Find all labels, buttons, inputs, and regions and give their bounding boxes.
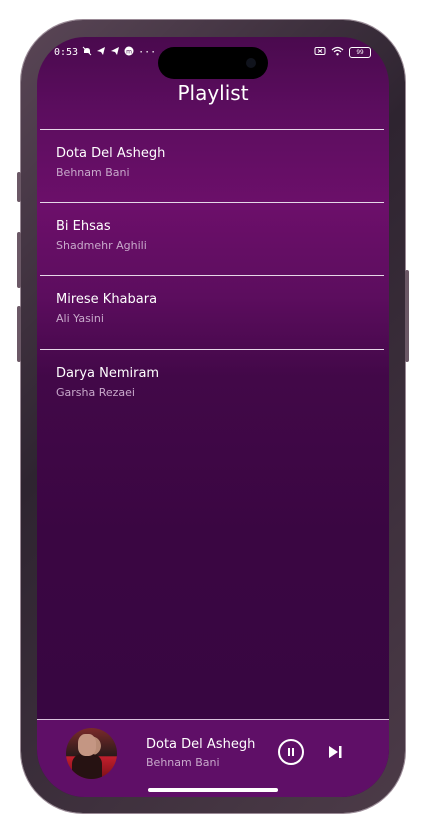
telegram-icon	[96, 46, 106, 59]
screen-record-icon	[314, 46, 326, 59]
page-title: Playlist	[177, 81, 249, 105]
power-button	[405, 270, 409, 362]
app-screen: 0:53 m ··· 99 Playlist Dota Del Ashegh B…	[37, 37, 389, 797]
song-title: Bi Ehsas	[56, 219, 111, 234]
playlist-item[interactable]: Dota Del Ashegh Behnam Bani	[40, 130, 384, 202]
status-bar-left: 0:53 m ···	[54, 46, 156, 59]
action-button	[17, 172, 21, 202]
mini-player[interactable]: Dota Del Ashegh Behnam Bani	[37, 719, 389, 797]
now-playing-artist: Behnam Bani	[146, 756, 220, 769]
song-title: Mirese Khabara	[56, 292, 158, 307]
album-art-image[interactable]	[66, 728, 117, 779]
playlist-item[interactable]: Mirese Khabara Ali Yasini	[40, 276, 384, 348]
song-artist: Behnam Bani	[56, 166, 130, 179]
app-icon: m	[124, 46, 134, 59]
svg-text:m: m	[126, 49, 132, 56]
playlist-item[interactable]: Bi Ehsas Shadmehr Aghili	[40, 203, 384, 275]
battery-icon: 99	[349, 47, 371, 58]
battery-level: 99	[356, 49, 364, 56]
song-title: Dota Del Ashegh	[56, 146, 166, 161]
skip-next-button[interactable]	[325, 742, 345, 762]
song-artist: Ali Yasini	[56, 312, 104, 325]
pause-icon	[288, 748, 294, 756]
telegram-icon	[110, 46, 120, 59]
front-camera	[246, 58, 256, 68]
pause-button[interactable]	[278, 739, 304, 765]
album-art-figure	[72, 754, 102, 779]
playlist-item[interactable]: Darya Nemiram Garsha Rezaei	[40, 350, 384, 422]
status-bar: 0:53 m ··· 99	[37, 37, 389, 79]
song-artist: Shadmehr Aghili	[56, 239, 147, 252]
dynamic-island	[158, 47, 268, 79]
skip-next-icon	[329, 746, 342, 758]
song-artist: Garsha Rezaei	[56, 386, 135, 399]
status-bar-right: 99	[314, 46, 371, 59]
home-indicator[interactable]	[148, 788, 278, 792]
song-title: Darya Nemiram	[56, 366, 160, 381]
status-more: ···	[138, 47, 157, 58]
album-art-face	[78, 734, 96, 756]
now-playing-title: Dota Del Ashegh	[146, 737, 256, 752]
notifications-off-icon	[82, 46, 92, 59]
status-time: 0:53	[54, 47, 79, 58]
volume-down-button	[17, 306, 21, 362]
volume-up-button	[17, 232, 21, 288]
wifi-icon	[331, 46, 344, 59]
